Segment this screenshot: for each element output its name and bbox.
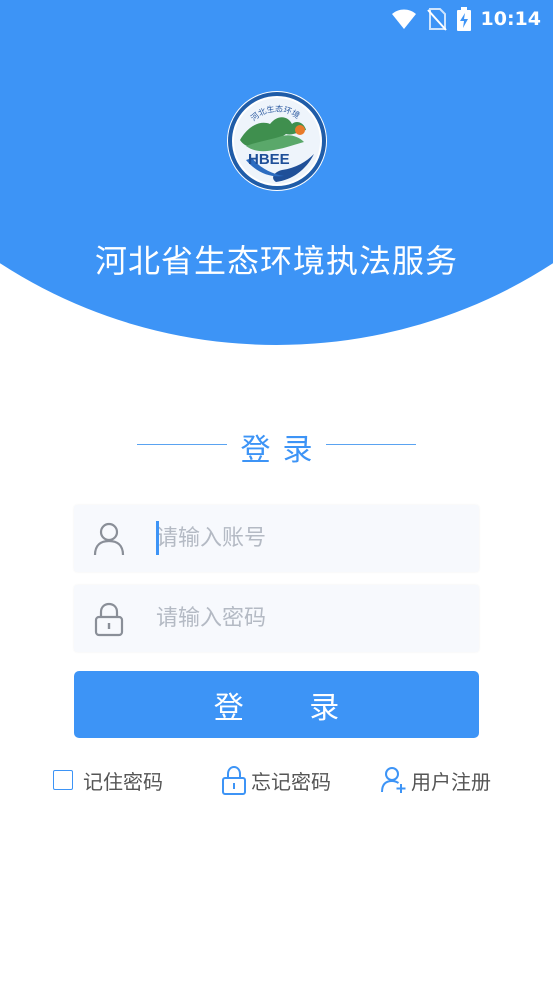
battery-charging-icon (456, 7, 471, 31)
password-input[interactable] (156, 597, 456, 639)
app-title: 河北省生态环境执法服务 (94, 242, 458, 280)
user-icon (93, 522, 125, 556)
add-user-icon (381, 767, 406, 793)
login-heading: 登录 (0, 423, 553, 468)
status-bar: 10:14 (0, 0, 553, 38)
remember-password-label: 记住密码 (83, 769, 163, 794)
login-options: 记住密码 忘记密码 用户注册 (0, 762, 553, 798)
login-heading-text: 登录 (240, 433, 325, 468)
forgot-lock-icon (222, 765, 246, 795)
heading-divider-right (326, 444, 416, 445)
account-input[interactable] (156, 517, 456, 559)
user-register-link[interactable]: 用户注册 (381, 762, 491, 798)
forgot-password-link[interactable]: 忘记密码 (221, 762, 331, 798)
no-sim-icon (426, 8, 447, 31)
login-button[interactable]: 登 录 (74, 671, 479, 738)
text-cursor (156, 521, 159, 555)
account-field (74, 505, 479, 572)
lock-icon (94, 602, 124, 637)
status-time: 10:14 (480, 8, 541, 30)
user-register-label: 用户注册 (411, 769, 491, 794)
wifi-icon (391, 9, 416, 29)
remember-password-option[interactable]: 记住密码 (53, 762, 163, 798)
logo-text: HBEE (248, 151, 290, 168)
remember-checkbox[interactable] (53, 770, 73, 790)
forgot-password-label: 忘记密码 (251, 769, 331, 794)
status-icons: 10:14 (391, 7, 541, 31)
login-screen: 10:14 HBEE 河北生态环境 河北省生态环境执法服务 登录 请输入账号 登… (0, 0, 553, 983)
password-field (74, 585, 479, 652)
hbee-logo-icon: HBEE 河北生态环境 (227, 91, 327, 191)
